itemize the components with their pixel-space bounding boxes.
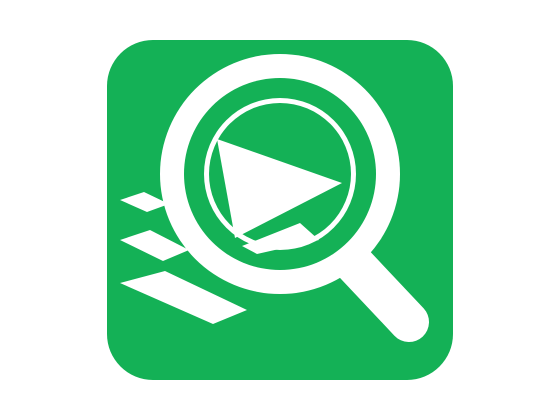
icon-canvas <box>0 0 560 420</box>
app-icon-graphic <box>107 40 453 380</box>
app-icon[interactable] <box>107 40 453 380</box>
